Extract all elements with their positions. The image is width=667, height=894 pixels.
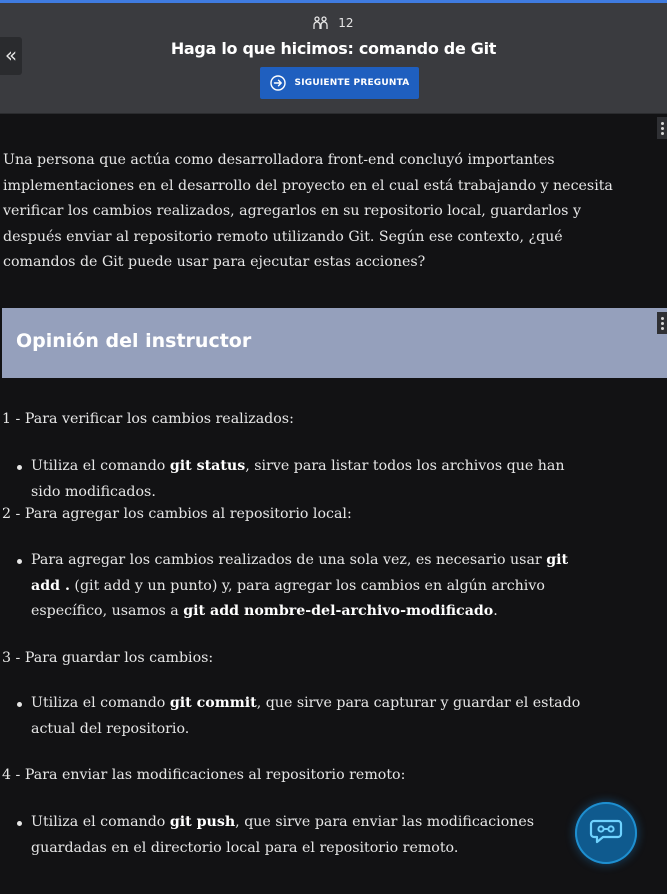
section-menu-icon[interactable] xyxy=(657,117,667,139)
list-item: Utiliza el comando git commit, que sirve… xyxy=(17,691,591,742)
counter-value: 12 xyxy=(338,16,354,30)
command-text: git commit xyxy=(169,695,257,711)
list-item: Para agregar los cambios realizados de u… xyxy=(17,548,591,625)
list-item: Utiliza el comando git push, que sirve p… xyxy=(17,810,591,861)
activity-counter: 12 xyxy=(0,16,667,30)
page-title: Haga lo que hicimos: comando de Git xyxy=(170,39,497,58)
arrow-circle-right-icon xyxy=(269,75,286,91)
step-label: 3 - Para guardar los cambios: xyxy=(2,650,214,666)
command-text: git add nombre-del-archivo-modificado xyxy=(183,603,494,619)
activity-header: « 12 Haga lo que hicimos: comando de Git… xyxy=(0,3,667,114)
list-item: Utiliza el comando git status, sirve par… xyxy=(17,454,591,505)
step-label: 1 - Para verificar los cambios realizado… xyxy=(2,411,294,427)
step-label: 4 - Para enviar las modificaciones al re… xyxy=(2,767,406,783)
next-question-button[interactable]: SIGUIENTE PREGUNTA xyxy=(260,67,419,99)
opinion-menu-icon[interactable] xyxy=(657,312,667,334)
instructor-opinion-banner: Opinión del instructor xyxy=(2,308,667,378)
command-text: git status xyxy=(169,458,246,474)
chat-bot-icon xyxy=(589,818,623,848)
question-text: Una persona que actúa como desarrollador… xyxy=(3,152,613,270)
step-label: 2 - Para agregar los cambios al reposito… xyxy=(2,506,352,522)
instructor-opinion-title: Opinión del instructor xyxy=(16,330,252,352)
chat-assistant-button[interactable] xyxy=(575,802,637,864)
people-icon xyxy=(313,16,338,30)
next-question-label: SIGUIENTE PREGUNTA xyxy=(294,78,410,88)
command-text: git push xyxy=(169,814,236,830)
